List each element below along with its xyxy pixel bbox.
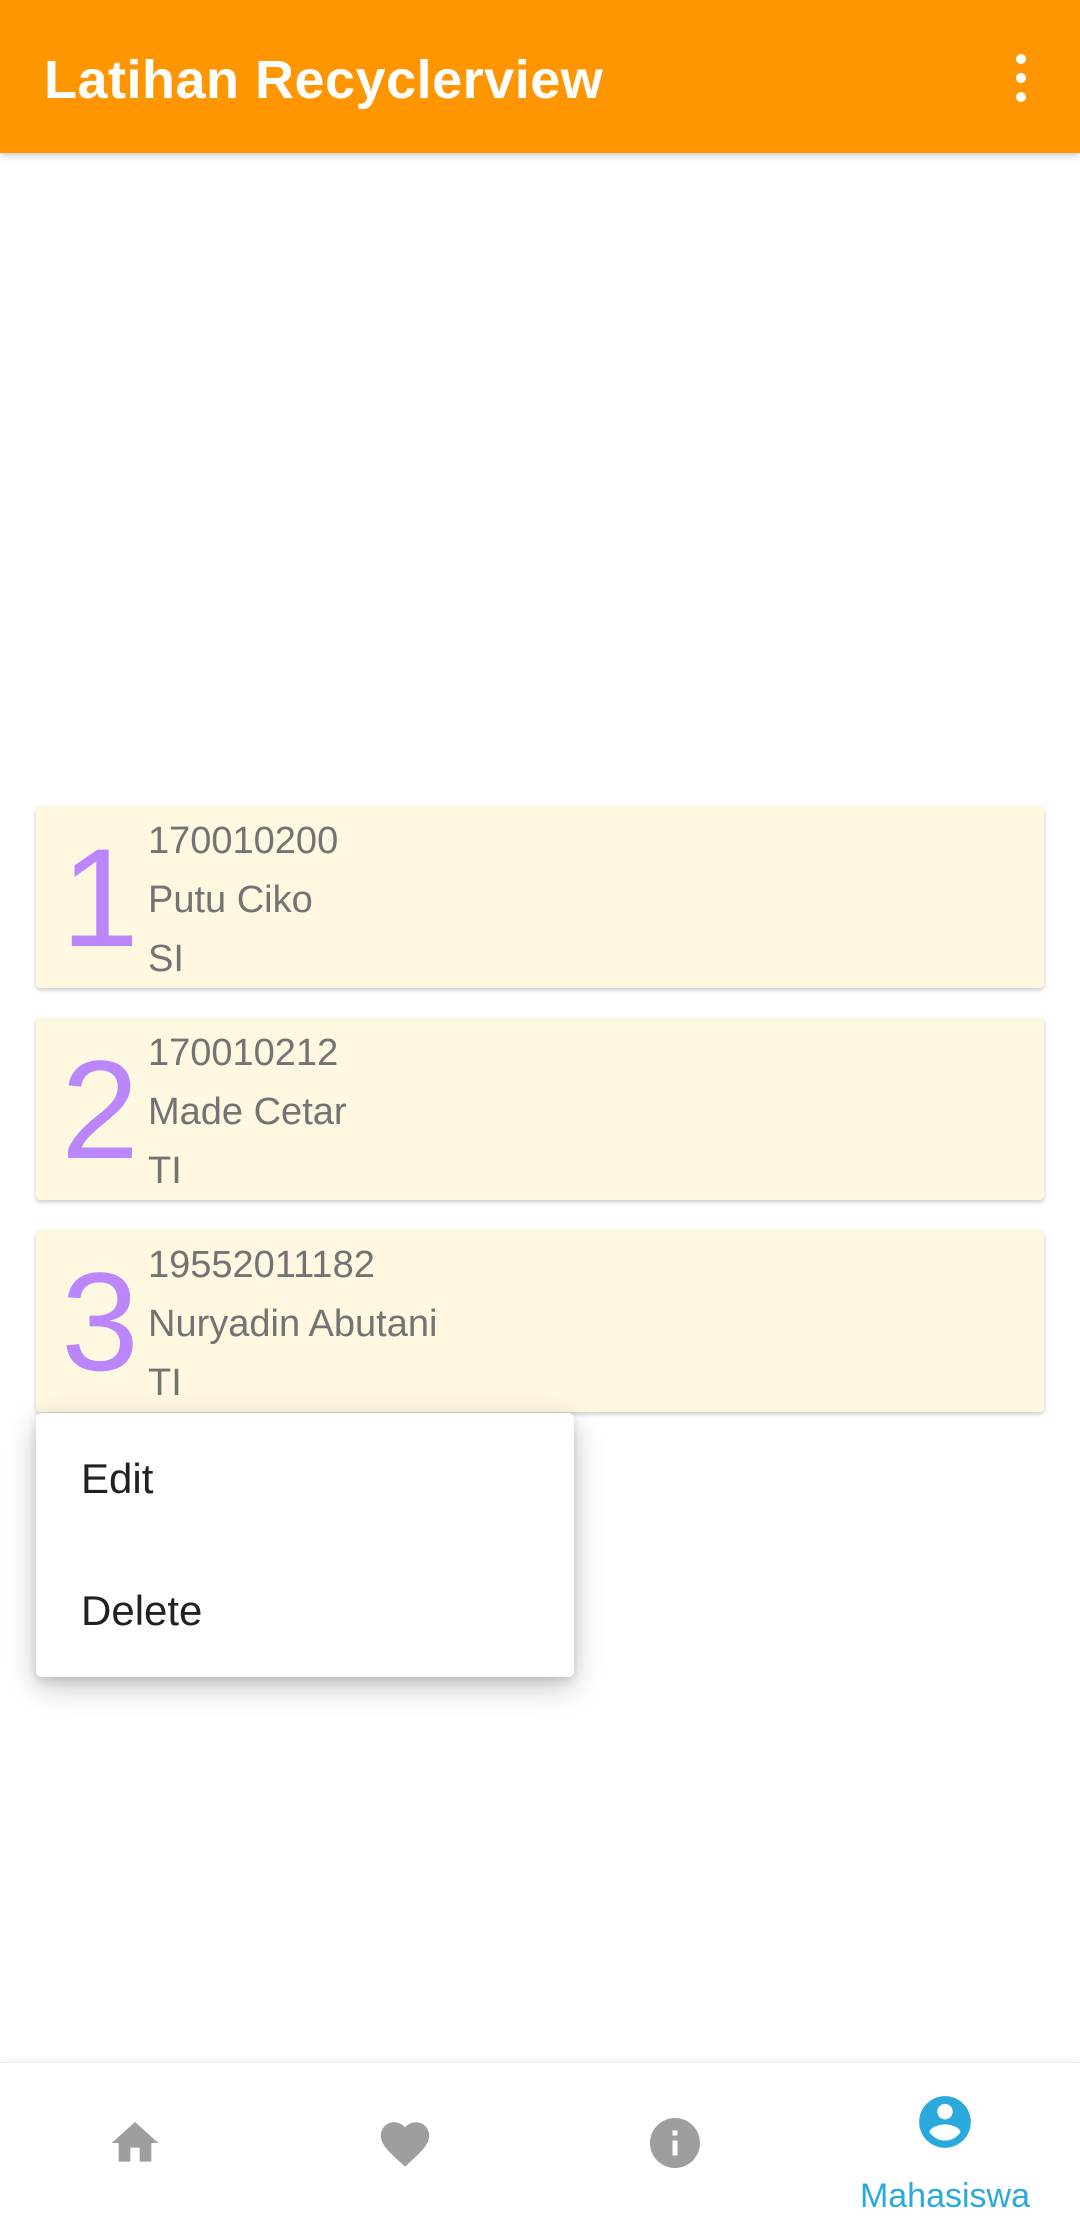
student-prodi: TI bbox=[148, 1362, 182, 1404]
student-card-3[interactable]: 3 19552011182 Nuryadin Abutani TI bbox=[36, 1230, 1044, 1412]
nav-label-mahasiswa: Mahasiswa bbox=[859, 2177, 1031, 2215]
nav-item-mahasiswa[interactable]: Mahasiswa bbox=[810, 2063, 1080, 2221]
delete-menu-item[interactable]: Delete bbox=[36, 1545, 574, 1677]
nav-item-info[interactable] bbox=[540, 2063, 810, 2221]
account-circle-icon bbox=[919, 2096, 971, 2148]
student-name: Nuryadin Abutani bbox=[148, 1303, 438, 1345]
student-number: 2 bbox=[61, 1031, 139, 1188]
student-card-1[interactable]: 1 170010200 Putu Ciko SI bbox=[36, 806, 1044, 988]
student-prodi: TI bbox=[148, 1150, 182, 1192]
app-bar: Latihan Recyclerview bbox=[0, 0, 1080, 153]
info-icon bbox=[650, 2118, 700, 2168]
student-nim: 170010200 bbox=[148, 820, 339, 862]
overflow-menu-button[interactable] bbox=[986, 40, 1056, 116]
student-number: 3 bbox=[61, 1243, 139, 1400]
context-menu: Edit Delete bbox=[36, 1413, 574, 1677]
app-title: Latihan Recyclerview bbox=[44, 50, 604, 110]
edit-menu-item[interactable]: Edit bbox=[36, 1413, 574, 1545]
student-name: Made Cetar bbox=[148, 1091, 347, 1133]
student-nim: 170010212 bbox=[148, 1032, 339, 1074]
student-name: Putu Ciko bbox=[148, 879, 313, 921]
more-vert-icon bbox=[1016, 54, 1026, 64]
nav-item-favorite[interactable] bbox=[270, 2063, 540, 2221]
student-card-2[interactable]: 2 170010212 Made Cetar TI bbox=[36, 1018, 1044, 1200]
heart-icon bbox=[380, 2122, 430, 2167]
more-vert-icon-dot bbox=[1016, 92, 1026, 102]
home-icon bbox=[111, 2122, 159, 2162]
student-prodi: SI bbox=[148, 938, 184, 980]
nav-item-home[interactable] bbox=[0, 2063, 270, 2221]
bottom-navigation: Mahasiswa bbox=[0, 2062, 1080, 2221]
student-nim: 19552011182 bbox=[148, 1244, 375, 1286]
student-number: 1 bbox=[61, 819, 139, 976]
more-vert-icon-dot bbox=[1016, 73, 1026, 83]
